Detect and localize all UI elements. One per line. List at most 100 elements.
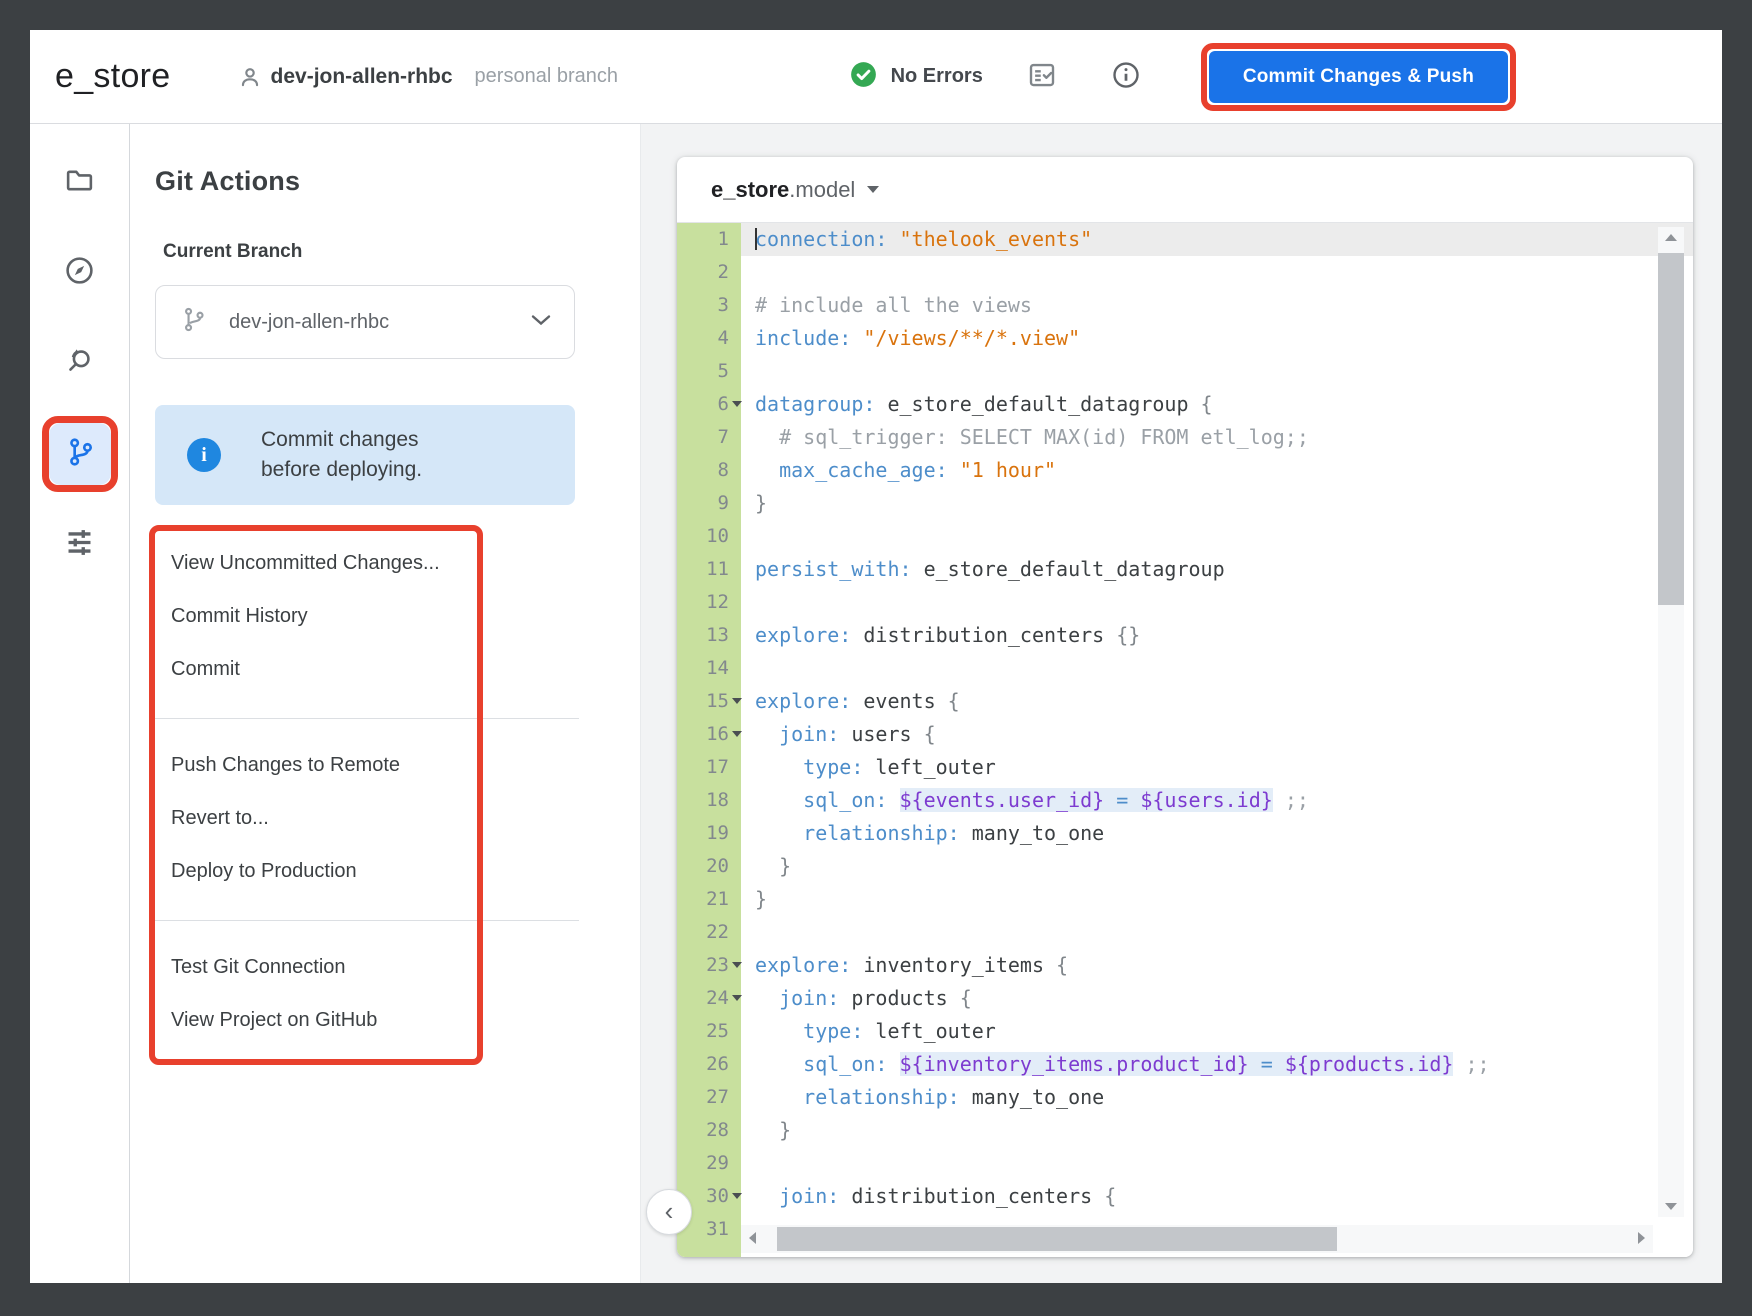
code-line[interactable]: 13explore: distribution_centers {} <box>677 619 1693 652</box>
code-line[interactable]: 15explore: events { <box>677 685 1693 718</box>
code-line[interactable]: 24 join: products { <box>677 982 1693 1015</box>
vertical-scrollbar[interactable] <box>1658 227 1684 1217</box>
file-name[interactable]: e_store.model <box>711 177 855 203</box>
line-content: relationship: many_to_one <box>741 817 1693 850</box>
code-line[interactable]: 18 sql_on: ${events.user_id} = ${users.i… <box>677 784 1693 817</box>
branch-dropdown[interactable]: dev-jon-allen-rhbc <box>155 285 575 359</box>
header-actions: No Errors <box>850 43 1722 111</box>
info-icon: i <box>187 438 221 472</box>
annotation-box-commit-button: Commit Changes & Push <box>1201 43 1516 111</box>
line-number: 26 <box>677 1048 741 1081</box>
info-button[interactable] <box>1111 60 1141 93</box>
validate-lookml-button[interactable] <box>1027 60 1057 93</box>
line-number: 10 <box>677 520 741 553</box>
git-menu-item[interactable]: View Uncommitted Changes... <box>155 537 579 590</box>
line-content <box>741 1147 1693 1180</box>
code-line[interactable]: 19 relationship: many_to_one <box>677 817 1693 850</box>
fold-arrow-icon[interactable] <box>732 698 742 704</box>
code-line[interactable]: 22 <box>677 916 1693 949</box>
sidebar-item-object-browser[interactable] <box>60 258 100 288</box>
code-line[interactable]: 8 max_cache_age: "1 hour" <box>677 454 1693 487</box>
code-line[interactable]: 23explore: inventory_items { <box>677 949 1693 982</box>
sidebar-item-settings[interactable] <box>60 530 100 560</box>
header-branch-name: dev-jon-allen-rhbc <box>271 65 453 89</box>
code-line[interactable]: 12 <box>677 586 1693 619</box>
code-line[interactable]: 30 join: distribution_centers { <box>677 1180 1693 1213</box>
code-line[interactable]: 26 sql_on: ${inventory_items.product_id}… <box>677 1048 1693 1081</box>
git-menu-item[interactable]: Test Git Connection <box>155 941 579 994</box>
code-line[interactable]: 17 type: left_outer <box>677 751 1693 784</box>
line-content: join: products { <box>741 982 1693 1015</box>
git-branch-icon <box>180 306 207 338</box>
sidebar-item-git-actions[interactable] <box>49 423 111 485</box>
horizontal-scrollbar-thumb[interactable] <box>777 1227 1337 1251</box>
code-line[interactable]: 6datagroup: e_store_default_datagroup { <box>677 388 1693 421</box>
file-dropdown-caret-icon[interactable] <box>867 186 879 193</box>
line-content: } <box>741 1114 1693 1147</box>
git-menu-item[interactable]: Push Changes to Remote <box>155 739 579 792</box>
code-line[interactable]: 3# include all the views <box>677 289 1693 322</box>
line-number: 20 <box>677 850 741 883</box>
code-line[interactable]: 28 } <box>677 1114 1693 1147</box>
line-number: 2 <box>677 256 741 289</box>
fold-arrow-icon[interactable] <box>732 1193 742 1199</box>
fold-arrow-icon[interactable] <box>732 731 742 737</box>
code-line[interactable]: 2 <box>677 256 1693 289</box>
sidebar-item-find-replace[interactable] <box>60 348 100 378</box>
line-number: 14 <box>677 652 741 685</box>
code-line[interactable]: 9} <box>677 487 1693 520</box>
scroll-right-icon[interactable] <box>1638 1232 1645 1244</box>
sidebar-item-file-browser[interactable] <box>60 168 100 198</box>
git-menu-item[interactable]: Commit <box>155 643 579 696</box>
icon-rail <box>30 124 130 1283</box>
line-content: relationship: many_to_one <box>741 1081 1693 1114</box>
line-number: 16 <box>677 718 741 751</box>
code-line[interactable]: 16 join: users { <box>677 718 1693 751</box>
code-line[interactable]: 21} <box>677 883 1693 916</box>
git-menu-item[interactable]: Revert to... <box>155 792 579 845</box>
fold-arrow-icon[interactable] <box>732 962 742 968</box>
code-line[interactable]: 29 <box>677 1147 1693 1180</box>
menu-divider <box>155 718 579 719</box>
info-banner: i Commit changes before deploying. <box>155 405 575 505</box>
code-line[interactable]: 5 <box>677 355 1693 388</box>
project-title: e_store <box>55 57 171 96</box>
line-number: 17 <box>677 751 741 784</box>
line-content: explore: inventory_items { <box>741 949 1693 982</box>
code-area[interactable]: 1connection: "thelook_events"23# include… <box>677 223 1693 1257</box>
horizontal-scrollbar[interactable] <box>741 1225 1653 1253</box>
file-extension: .model <box>789 177 855 202</box>
info-banner-text: Commit changes before deploying. <box>261 425 422 485</box>
line-number: 28 <box>677 1114 741 1147</box>
git-menu-item[interactable]: View Project on GitHub <box>155 994 579 1047</box>
commit-changes-push-button[interactable]: Commit Changes & Push <box>1209 51 1508 103</box>
git-menu-item[interactable]: Deploy to Production <box>155 845 579 898</box>
fold-arrow-icon[interactable] <box>732 995 742 1001</box>
code-line[interactable]: 27 relationship: many_to_one <box>677 1081 1693 1114</box>
code-line[interactable]: 1connection: "thelook_events" <box>677 223 1693 256</box>
scroll-left-icon[interactable] <box>749 1232 756 1244</box>
git-menu-item[interactable]: Commit History <box>155 590 579 643</box>
line-number: 4 <box>677 322 741 355</box>
code-line[interactable]: 14 <box>677 652 1693 685</box>
code-line[interactable]: 20 } <box>677 850 1693 883</box>
vertical-scrollbar-thumb[interactable] <box>1658 253 1684 605</box>
line-number: 29 <box>677 1147 741 1180</box>
line-number: 18 <box>677 784 741 817</box>
line-number: 25 <box>677 1015 741 1048</box>
code-line[interactable]: 4include: "/views/**/*.view" <box>677 322 1693 355</box>
line-content: include: "/views/**/*.view" <box>741 322 1693 355</box>
collapse-panel-button[interactable]: ‹ <box>646 1189 692 1235</box>
code-line[interactable]: 25 type: left_outer <box>677 1015 1693 1048</box>
screenshot-frame: e_store dev-jon-allen-rhbc personal bran… <box>0 0 1752 1316</box>
code-line[interactable]: 10 <box>677 520 1693 553</box>
folder-icon <box>64 165 95 201</box>
line-number: 7 <box>677 421 741 454</box>
code-line[interactable]: 7 # sql_trigger: SELECT MAX(id) FROM etl… <box>677 421 1693 454</box>
chevron-down-icon <box>530 313 552 332</box>
scroll-up-icon[interactable] <box>1665 234 1677 241</box>
code-line[interactable]: 11persist_with: e_store_default_datagrou… <box>677 553 1693 586</box>
fold-arrow-icon[interactable] <box>732 401 742 407</box>
line-number: 12 <box>677 586 741 619</box>
scroll-down-icon[interactable] <box>1665 1203 1677 1210</box>
